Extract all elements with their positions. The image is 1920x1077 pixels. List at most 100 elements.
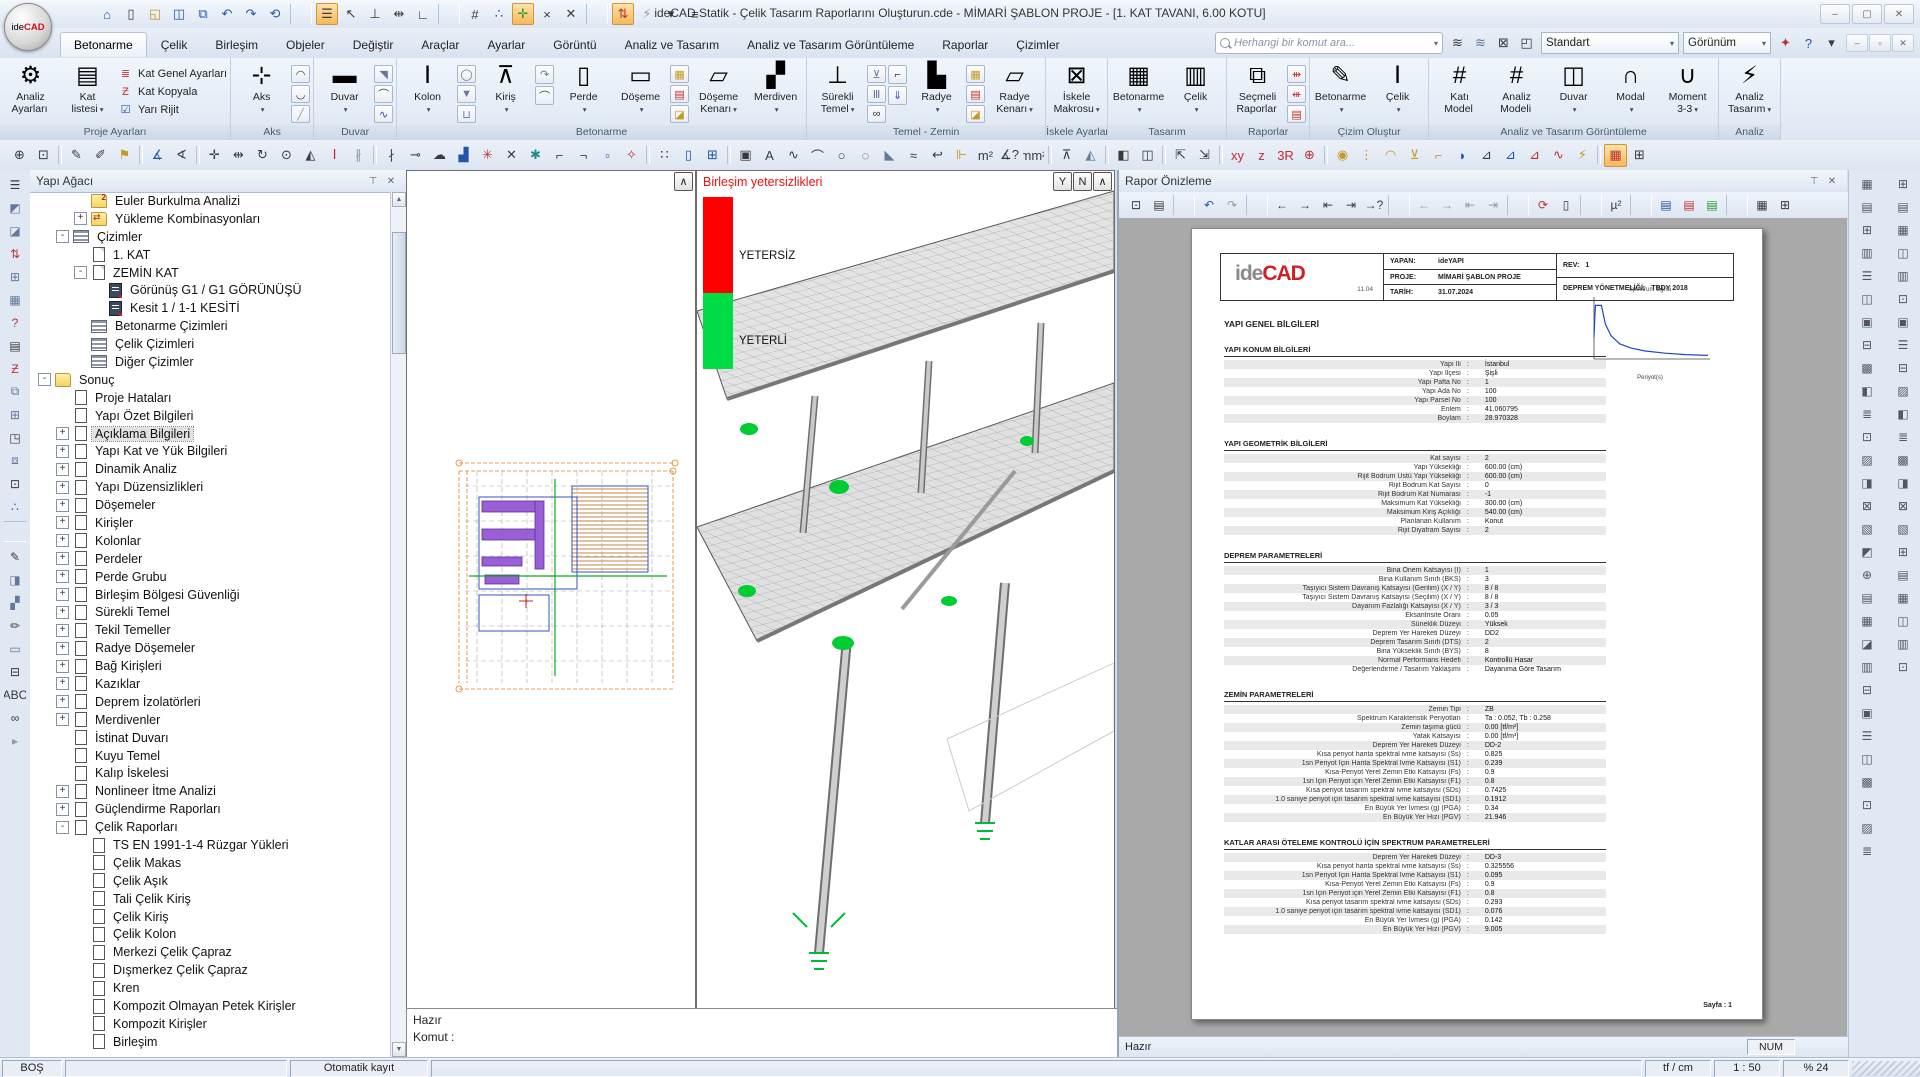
- tree-item[interactable]: - ZEMİN KAT: [30, 264, 391, 282]
- panel-tool-icon[interactable]: ⊞: [1890, 541, 1916, 563]
- resize-grip[interactable]: [1852, 1061, 1920, 1076]
- tree-item[interactable]: + Yapı Kat ve Yük Bilgileri: [30, 442, 391, 460]
- steel-angle-icon[interactable]: ⌐: [1427, 144, 1450, 167]
- shearwall-button[interactable]: ▯ Perde ▾: [556, 60, 611, 122]
- tree-item[interactable]: 1. KAT: [30, 246, 391, 264]
- view-combo[interactable]: Görünüm▾: [1683, 32, 1771, 54]
- area-icon[interactable]: m²: [974, 144, 997, 167]
- stack-icon[interactable]: ⧈: [3, 450, 27, 471]
- query-icon[interactable]: ?: [3, 312, 27, 333]
- report-import-icon[interactable]: ⇺: [1287, 85, 1306, 103]
- hatch-icon[interactable]: ◣: [878, 144, 901, 167]
- section-icon[interactable]: Ƶ: [3, 358, 27, 379]
- tree-item[interactable]: + Açıklama Bilgileri: [30, 425, 391, 443]
- semi-rigid-checkbox[interactable]: ☑ Yarı Rijit: [117, 101, 227, 118]
- viewport-icon[interactable]: ◧: [1112, 144, 1135, 167]
- filter-view-icon[interactable]: Y: [1053, 172, 1072, 191]
- drawing-tool-icon[interactable]: [139, 145, 143, 165]
- layer-set-icon[interactable]: ≋: [1447, 33, 1468, 54]
- points-icon[interactable]: ∴: [3, 496, 27, 517]
- mirror-icon[interactable]: ◭: [299, 144, 322, 167]
- ribbon-tab[interactable]: Analiz ve Tasarım Görüntüleme: [733, 32, 928, 57]
- chapters-icon[interactable]: ▤: [1678, 194, 1700, 216]
- zoom-window-icon[interactable]: ⊡: [32, 144, 55, 167]
- chart-icon[interactable]: ▟: [452, 144, 475, 167]
- scroll-down-icon[interactable]: ▼: [392, 1042, 406, 1057]
- snap-mark-icon[interactable]: ✱: [524, 144, 547, 167]
- tree-item[interactable]: + Döşemeler: [30, 496, 391, 514]
- panel-tool-icon[interactable]: ⊠: [1854, 495, 1880, 517]
- quick-run-icon[interactable]: ⚡: [636, 3, 658, 25]
- tree-item[interactable]: Çelik Aşık: [30, 872, 391, 890]
- panel-tool-icon[interactable]: ▤: [1854, 196, 1880, 218]
- scroll-up-icon[interactable]: ▲: [392, 192, 406, 207]
- strip-footing-button[interactable]: ⊥ Sürekli Temel▾: [810, 60, 865, 122]
- collapse-panel-icon[interactable]: ▸: [3, 730, 27, 751]
- panel-tool-icon[interactable]: ☰: [1854, 725, 1880, 747]
- numbers-view-icon[interactable]: N: [1073, 172, 1092, 191]
- angle2-icon[interactable]: ∢: [170, 144, 193, 167]
- tree-item[interactable]: + Yapı Düzensizlikleri: [30, 478, 391, 496]
- panel-tool-icon[interactable]: ◫: [1854, 748, 1880, 770]
- command-search-input[interactable]: Herhangi bir komut ara... ▾: [1215, 32, 1443, 54]
- text-icon[interactable]: A: [758, 144, 781, 167]
- pages-icon[interactable]: ⊡: [3, 473, 27, 494]
- tree-item[interactable]: + Tekil Temeller: [30, 621, 391, 639]
- toc-icon[interactable]: ▤: [1655, 194, 1677, 216]
- break-icon[interactable]: ✕: [500, 144, 523, 167]
- tree-item[interactable]: + Radye Döşemeler: [30, 639, 391, 657]
- rotate-icon[interactable]: ↻: [251, 144, 274, 167]
- layer-state-combo[interactable]: Standart▾: [1541, 32, 1679, 54]
- wall-button[interactable]: ▬ Duvar ▾: [317, 60, 372, 122]
- panel-tool-icon[interactable]: ⊠: [1890, 495, 1916, 517]
- panel-tool-icon[interactable]: ▦: [1890, 587, 1916, 609]
- story-grid-icon[interactable]: ⊞: [3, 266, 27, 287]
- panel-tool-icon[interactable]: ▥: [1854, 242, 1880, 264]
- settlement-icon[interactable]: ⇓: [888, 86, 907, 105]
- tree-item[interactable]: + Perdeler: [30, 550, 391, 568]
- revision-cloud-icon[interactable]: ☁: [428, 144, 451, 167]
- panel-tool-icon[interactable]: ▦: [1854, 173, 1880, 195]
- tree-item[interactable]: + Kirişler: [30, 514, 391, 532]
- pin-icon[interactable]: ⊤: [1805, 172, 1823, 190]
- arc-axis-icon[interactable]: ◠: [291, 65, 310, 83]
- drawing-tool-icon[interactable]: [1219, 145, 1223, 165]
- qat-icon[interactable]: [290, 3, 312, 25]
- panel-tool-icon[interactable]: ◩: [1854, 541, 1880, 563]
- panel-tool-icon[interactable]: ◫: [1854, 288, 1880, 310]
- slab-button[interactable]: ▭ Döşeme ▾: [613, 60, 668, 122]
- mesh-icon[interactable]: ▦: [3, 289, 27, 310]
- draw-wall-icon[interactable]: ✏: [3, 615, 27, 636]
- mdi-close-icon[interactable]: ✕: [1892, 34, 1914, 52]
- panel-tool-icon[interactable]: ▧: [1890, 518, 1916, 540]
- report-export-icon[interactable]: ⇻: [1287, 65, 1306, 83]
- report-tool-icon[interactable]: [1173, 194, 1195, 216]
- array-icon[interactable]: ∷: [653, 144, 676, 167]
- tree-scrollbar[interactable]: ▲ ▼: [390, 192, 406, 1057]
- trim-icon[interactable]: ∤: [380, 144, 403, 167]
- tree-expander[interactable]: +: [56, 713, 69, 726]
- steel-stair-icon[interactable]: ⋮: [1355, 144, 1378, 167]
- panel-tool-icon[interactable]: ◨: [1854, 472, 1880, 494]
- unit-indicator[interactable]: tf / cm: [1645, 1060, 1711, 1077]
- panel-tool-icon[interactable]: ▩: [1854, 771, 1880, 793]
- zoom-in-icon[interactable]: ⊕: [8, 144, 31, 167]
- tree-item[interactable]: Diğer Çizimler: [30, 353, 391, 371]
- side-tool-icon[interactable]: [3, 521, 27, 542]
- tree-expander[interactable]: -: [74, 266, 87, 279]
- diagram3-icon[interactable]: ⊿: [1523, 144, 1546, 167]
- close-icon[interactable]: ✕: [382, 172, 400, 190]
- tree-item[interactable]: + Bağ Kirişleri: [30, 657, 391, 675]
- raft-edge-button[interactable]: ▱ Radye Kenarı▾: [987, 60, 1042, 122]
- chamfer-icon[interactable]: ¬: [572, 144, 595, 167]
- ribbon-group-label[interactable]: Analiz ve Tasarım Görüntüleme: [1429, 125, 1718, 140]
- tree-item[interactable]: + Kazıklar: [30, 675, 391, 693]
- ucs2-icon[interactable]: ⇲: [1193, 144, 1216, 167]
- ribbon-tab[interactable]: Ayarlar: [473, 32, 539, 57]
- ellipse-icon[interactable]: ◌: [854, 144, 877, 167]
- tree-item[interactable]: Proje Hataları: [30, 389, 391, 407]
- draw-slab-icon[interactable]: ✎: [3, 546, 27, 567]
- drawing-tool-icon[interactable]: [1597, 145, 1601, 165]
- ribbon-tab[interactable]: Çelik: [147, 32, 202, 57]
- story-move-icon[interactable]: ⇅: [3, 243, 27, 264]
